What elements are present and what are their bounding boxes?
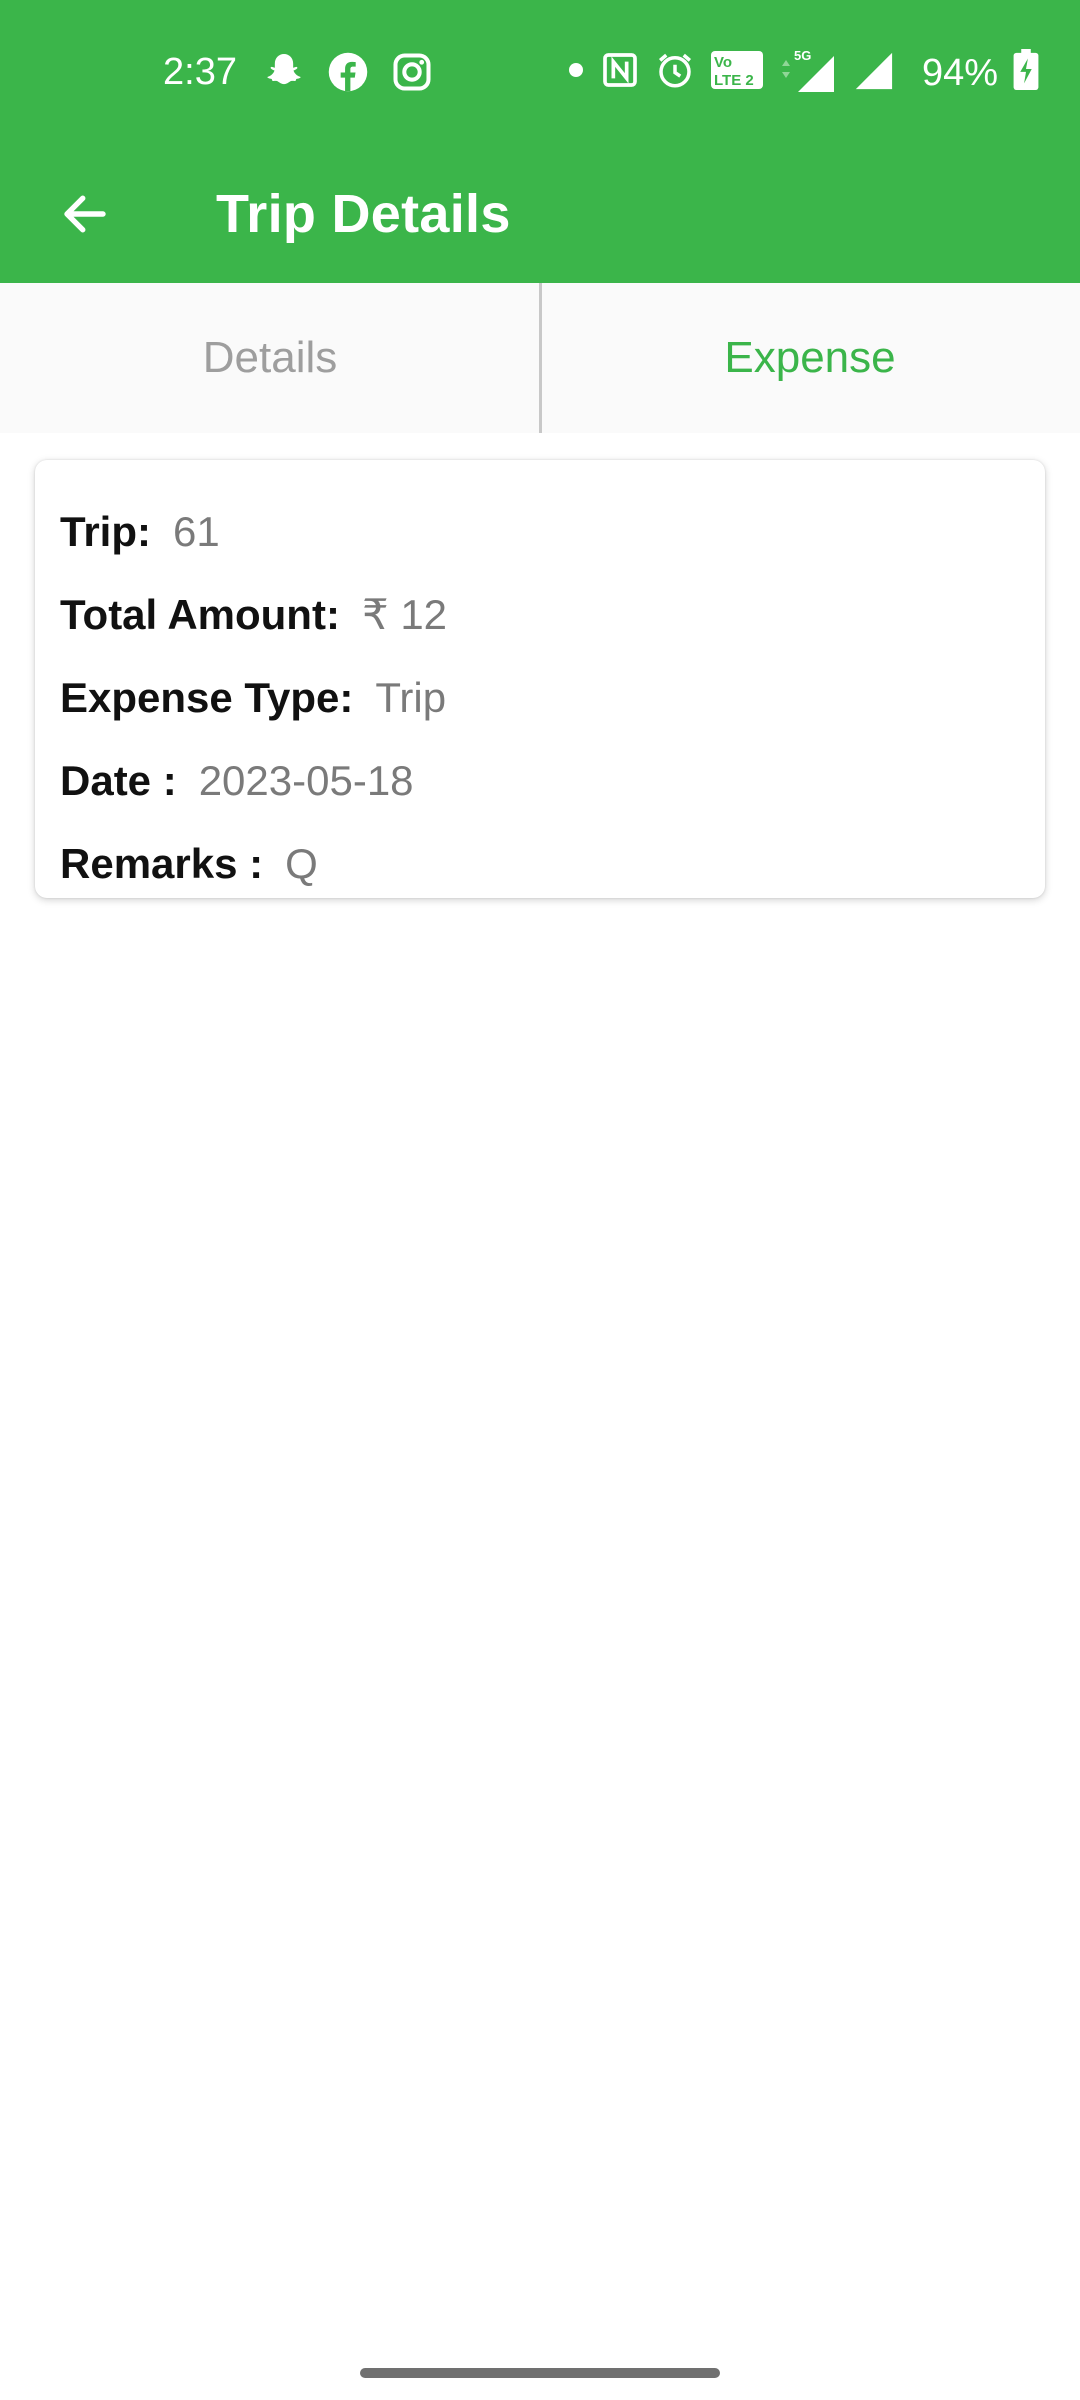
expense-type-row: Expense Type: Trip	[60, 656, 1045, 739]
screen: 2:37 Vo LTE 2 5G 94% Trip Details Detail…	[0, 0, 1080, 2400]
status-system-icons: Vo LTE 2 5G 94%	[566, 48, 1040, 97]
tab-divider	[539, 283, 542, 433]
date-label: Date :	[60, 756, 177, 804]
snapchat-icon	[262, 50, 306, 99]
dot-icon	[566, 50, 586, 95]
5g-signal-icon: 5G	[778, 48, 838, 97]
amount-row: Total Amount: ₹ 12	[60, 573, 1045, 656]
date-row: Date : 2023-05-18	[60, 739, 1045, 822]
trip-label: Trip:	[60, 507, 151, 555]
volte-text-top: Vo	[714, 54, 732, 71]
expense-type-value: Trip	[375, 673, 447, 721]
trip-row: Trip: 61	[60, 490, 1045, 573]
trip-value: 61	[173, 507, 220, 555]
network-type-text: 5G	[794, 48, 811, 63]
amount-value: ₹ 12	[361, 591, 448, 638]
status-notification-icons	[262, 50, 434, 99]
battery-charging-icon	[1012, 49, 1040, 96]
page-title: Trip Details	[216, 184, 511, 244]
expense-card[interactable]: Trip: 61 Total Amount: ₹ 12 Expense Type…	[35, 460, 1045, 898]
back-button[interactable]	[40, 169, 130, 259]
status-time: 2:37	[163, 51, 237, 93]
remarks-label: Remarks :	[60, 839, 264, 887]
battery-percent: 94%	[921, 51, 998, 94]
remarks-row: Remarks : Q	[60, 822, 1045, 905]
amount-label: Total Amount:	[60, 590, 340, 638]
tab-details[interactable]: Details	[0, 283, 540, 433]
arrow-left-icon	[64, 195, 106, 233]
app-bar: Trip Details	[0, 145, 1080, 283]
date-value: 2023-05-18	[198, 756, 414, 804]
nfc-icon	[600, 50, 640, 95]
status-bar: 2:37 Vo LTE 2 5G 94%	[0, 0, 1080, 145]
alarm-icon	[654, 49, 696, 96]
tab-bar: Details Expense	[0, 283, 1080, 433]
expense-type-label: Expense Type:	[60, 673, 354, 721]
tab-expense[interactable]: Expense	[540, 283, 1080, 433]
home-indicator[interactable]	[360, 2368, 720, 2378]
volte-text-bottom: LTE 2	[714, 72, 754, 89]
instagram-icon	[390, 50, 434, 99]
remarks-value: Q	[285, 839, 318, 887]
facebook-icon	[326, 50, 370, 99]
signal-icon	[852, 49, 894, 96]
volte-icon: Vo LTE 2	[710, 50, 764, 95]
